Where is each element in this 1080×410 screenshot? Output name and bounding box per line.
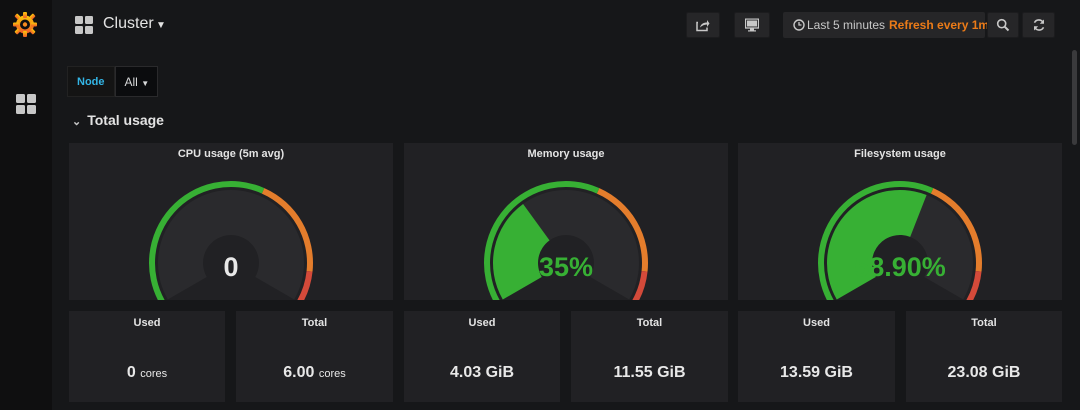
- panel-memory-used[interactable]: Used 4.03 GiB: [404, 311, 560, 402]
- page-scrollbar[interactable]: [1072, 50, 1077, 145]
- variable-node-label: Node: [67, 66, 115, 97]
- panel-title: Used: [133, 317, 161, 329]
- gauge-value: 35%: [539, 252, 593, 282]
- template-variables: Node All ▼: [67, 66, 159, 97]
- refresh-interval-label: Refresh every 1m: [889, 18, 990, 32]
- dashboard-main: Cluster ▼ Last 5 minutes Refresh every 1…: [52, 0, 1080, 410]
- search-icon: [996, 18, 1010, 32]
- stat-value: 13.59 GiB: [780, 364, 853, 381]
- grafana-logo-icon[interactable]: [11, 10, 39, 38]
- refresh-button[interactable]: [1022, 12, 1055, 38]
- stat-value: 23.08 GiB: [947, 364, 1021, 381]
- panel-filesystem-total[interactable]: Total 23.08 GiB: [906, 311, 1062, 402]
- gauge-value: 58.90%: [854, 252, 946, 282]
- panel-title: Total: [301, 317, 328, 329]
- stat-value: 6.00 cores: [236, 364, 393, 382]
- refresh-icon: [1033, 19, 1044, 31]
- panel-title: Total: [636, 317, 663, 329]
- panel-title: Used: [468, 317, 496, 329]
- panel-memory-total[interactable]: Total 11.55 GiB: [571, 311, 728, 402]
- variable-node-dropdown[interactable]: All ▼: [114, 66, 159, 97]
- stat-unit: cores: [318, 368, 346, 380]
- gauge-filesystem: 58.90%: [818, 181, 982, 300]
- stat-unit: cores: [140, 368, 168, 380]
- panel-filesystem-used[interactable]: Used 13.59 GiB: [738, 311, 895, 402]
- caret-down-icon[interactable]: ▼: [156, 20, 166, 31]
- panel-title: Total: [971, 317, 997, 329]
- view-mode-button[interactable]: [734, 12, 770, 38]
- row-title: Total usage: [87, 112, 164, 128]
- monitor-icon: [745, 18, 759, 32]
- share-icon: [696, 20, 710, 32]
- panel-title: Used: [803, 317, 830, 329]
- gauge-value: 0: [223, 252, 238, 282]
- share-button[interactable]: [686, 12, 720, 38]
- stat-value: 0 cores: [69, 364, 225, 382]
- stat-number: 6.00: [283, 364, 315, 381]
- clock-icon: [793, 19, 805, 31]
- stat-value: 4.03 GiB: [449, 364, 515, 381]
- stat-value: 11.55 GiB: [613, 364, 686, 381]
- chevron-down-icon: ⌄: [72, 116, 82, 128]
- gauge-cpu: 0: [149, 181, 313, 300]
- gauge-memory: 35%: [484, 181, 648, 300]
- caret-down-icon: ▼: [141, 79, 150, 88]
- panel-cpu-used[interactable]: Used 0 cores: [69, 311, 225, 402]
- dashboard-grid-icon: [75, 16, 93, 34]
- side-menu: [0, 0, 52, 410]
- row-header-total-usage[interactable]: ⌄ Total usage: [72, 112, 164, 128]
- time-range-label: Last 5 minutes: [807, 18, 886, 32]
- panel-cpu-usage[interactable]: CPU usage (5m avg) 0: [69, 143, 393, 300]
- panel-memory-usage[interactable]: Memory usage 35%: [404, 143, 728, 300]
- zoom-out-button[interactable]: [987, 12, 1019, 38]
- dashboards-icon[interactable]: [16, 94, 36, 114]
- variable-node-value: All: [124, 75, 138, 89]
- stat-number: 0: [126, 364, 136, 381]
- panel-filesystem-usage[interactable]: Filesystem usage 58.90%: [738, 143, 1062, 300]
- navbar: Cluster ▼ Last 5 minutes Refresh every 1…: [52, 0, 1080, 50]
- dashboard-title[interactable]: Cluster: [103, 15, 154, 33]
- panel-cpu-total[interactable]: Total 6.00 cores: [236, 311, 393, 402]
- time-picker[interactable]: Last 5 minutes Refresh every 1m: [783, 12, 989, 38]
